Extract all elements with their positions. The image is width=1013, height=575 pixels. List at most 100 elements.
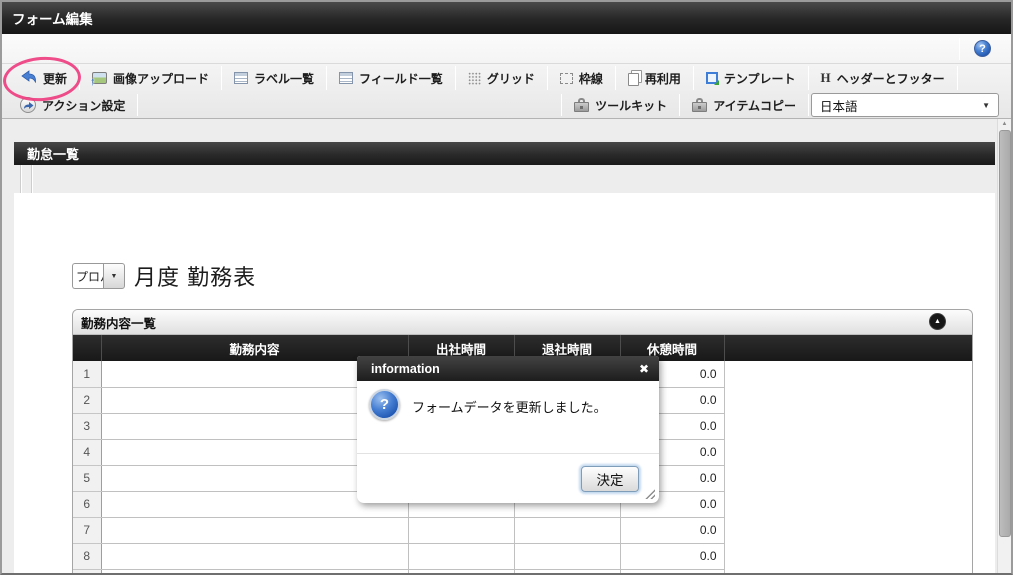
resize-grip-icon[interactable] [643,487,655,499]
row-number-cell: 1 [73,361,102,388]
update-arrow-icon [20,70,37,86]
end-time-cell[interactable] [514,517,621,544]
divider [807,66,809,90]
divider [137,94,139,116]
divider [561,94,563,116]
header-footer-h-icon: H [820,70,831,85]
field-list-button[interactable]: フィールド一覧 [329,64,453,92]
dialog-body: ? フォームデータを更新しました。 [357,381,659,453]
filler-cell [724,491,972,517]
panel-title: 勤務内容一覧 [81,316,157,331]
image-upload-icon [90,72,108,88]
work-content-cell[interactable] [101,543,409,570]
month-combo-input[interactable]: プロパ [72,263,103,289]
row-number-cell: 6 [73,491,102,518]
help-icon[interactable]: ? [974,40,991,57]
divider [326,66,328,90]
col-row-number [73,335,101,361]
chevron-down-icon: ▼ [110,272,118,280]
divider [692,66,694,90]
field-list-icon [339,72,354,84]
update-label: 更新 [43,71,68,86]
item-copy-briefcase-icon [692,98,708,112]
item-copy-button[interactable]: アイテムコピー [682,92,806,118]
template-icon [705,72,719,85]
dialog-message: フォームデータを更新しました。 [412,400,607,415]
divider [959,37,960,60]
break-time-cell[interactable]: 0.0 [620,543,725,570]
toolkit-button[interactable]: ツールキット [564,92,677,118]
dialog-titlebar[interactable]: information ✖ [357,356,659,381]
divider [956,66,958,90]
filler-cell [724,413,972,439]
window-titlebar: フォーム編集 [2,2,1011,34]
ok-button[interactable]: 決定 [581,466,639,492]
vertical-scrollbar[interactable]: ▲ [997,119,1011,573]
language-select[interactable]: 日本語 ▼ [811,93,999,117]
dialog-footer: 決定 [357,453,659,503]
close-icon[interactable]: ✖ [639,362,649,376]
break-time-cell[interactable]: 0.0 [620,517,725,544]
form-canvas-main: 勤怠一覧 プロパ ▼ 月度 勤務表 勤務内容一覧 [2,119,997,573]
image-upload-button[interactable]: 画像アップロード [82,64,219,92]
label-list-icon [234,72,249,84]
end-time-cell[interactable] [514,543,621,570]
label-list-button[interactable]: ラベル一覧 [224,64,324,92]
divider [679,94,681,116]
scroll-up-icon[interactable]: ▲ [998,119,1011,130]
information-dialog: information ✖ ? フォームデータを更新しました。 決定 [357,356,659,503]
month-combo-row: プロパ ▼ 月度 勤務表 [72,260,256,292]
work-table-partial-row [73,569,972,573]
border-icon [559,72,573,84]
col-filler [723,335,972,361]
row-number-cell: 5 [73,465,102,492]
filler-cell [724,465,972,491]
border-button[interactable]: 枠線 [550,64,613,92]
reuse-button[interactable]: 再利用 [618,64,691,92]
table-row: 8 0.0 [73,543,972,570]
filler-cell [724,361,972,387]
chevron-down-icon: ▼ [982,100,990,110]
layout-guide-line [20,165,22,193]
section-title: 勤怠一覧 [27,147,80,162]
filler-cell [724,543,972,569]
work-list-panel-header: 勤務内容一覧 ▲ [73,310,972,335]
month-combo-dropdown-button[interactable]: ▼ [103,263,125,289]
collapse-panel-button[interactable]: ▲ [929,313,946,330]
row-number-cell: 7 [73,517,102,544]
row-number-cell: 8 [73,543,102,570]
grid-button[interactable]: グリッド [458,64,545,92]
window-title: フォーム編集 [12,12,93,27]
work-content-cell[interactable] [101,517,409,544]
table-row-partial [73,569,972,573]
divider [546,66,548,90]
grid-icon [467,71,481,85]
row-number-cell: 3 [73,413,102,440]
help-strip: ? [2,34,1011,64]
language-select-value: 日本語 [820,99,858,114]
toolkit-briefcase-icon [574,98,590,112]
scrollbar-thumb[interactable] [999,130,1011,537]
start-time-cell[interactable] [408,543,515,570]
divider [79,66,81,90]
action-settings-button[interactable]: アクション設定 [10,92,135,118]
filler-cell [724,387,972,413]
question-icon: ? [369,389,400,420]
break-time-cell[interactable] [620,569,725,573]
filler-cell [724,439,972,465]
row-number-cell: 4 [73,439,102,466]
update-button[interactable]: 更新 [10,64,77,92]
work-content-cell[interactable] [101,569,409,573]
start-time-cell[interactable] [408,517,515,544]
toolbar-row-1: 更新 画像アップロード ラベル一覧 フィールド一覧 グリッド [2,64,1011,92]
form-edit-window: フォーム編集 ? 更新 画像アップロード ラベル一覧 [0,0,1013,575]
start-time-cell[interactable] [408,569,515,573]
end-time-cell[interactable] [514,569,621,573]
toolbar: ? 更新 画像アップロード ラベル一覧 フィールド一覧 [2,34,1011,119]
section-bar: 勤怠一覧 [14,142,995,165]
divider [808,94,809,116]
table-row: 7 0.0 [73,517,972,544]
header-footer-button[interactable]: H ヘッダーとフッター [811,64,955,92]
template-button[interactable]: テンプレート [696,64,806,92]
